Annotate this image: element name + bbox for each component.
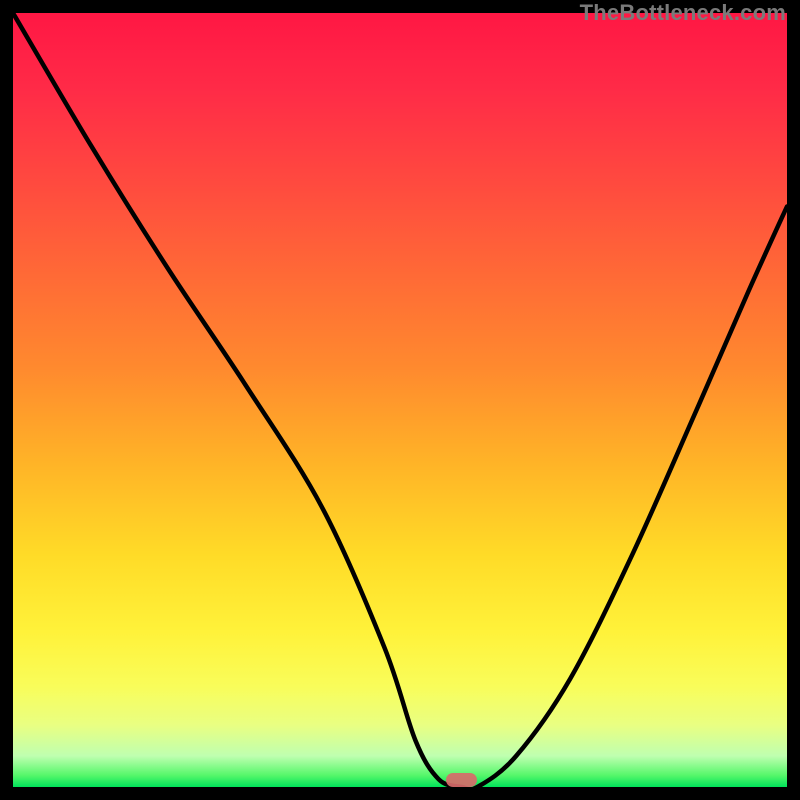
chart-frame: TheBottleneck.com <box>0 0 800 800</box>
optimal-marker <box>446 773 477 787</box>
bottleneck-curve <box>13 13 787 787</box>
plot-area <box>13 13 787 787</box>
watermark-text: TheBottleneck.com <box>580 0 786 26</box>
